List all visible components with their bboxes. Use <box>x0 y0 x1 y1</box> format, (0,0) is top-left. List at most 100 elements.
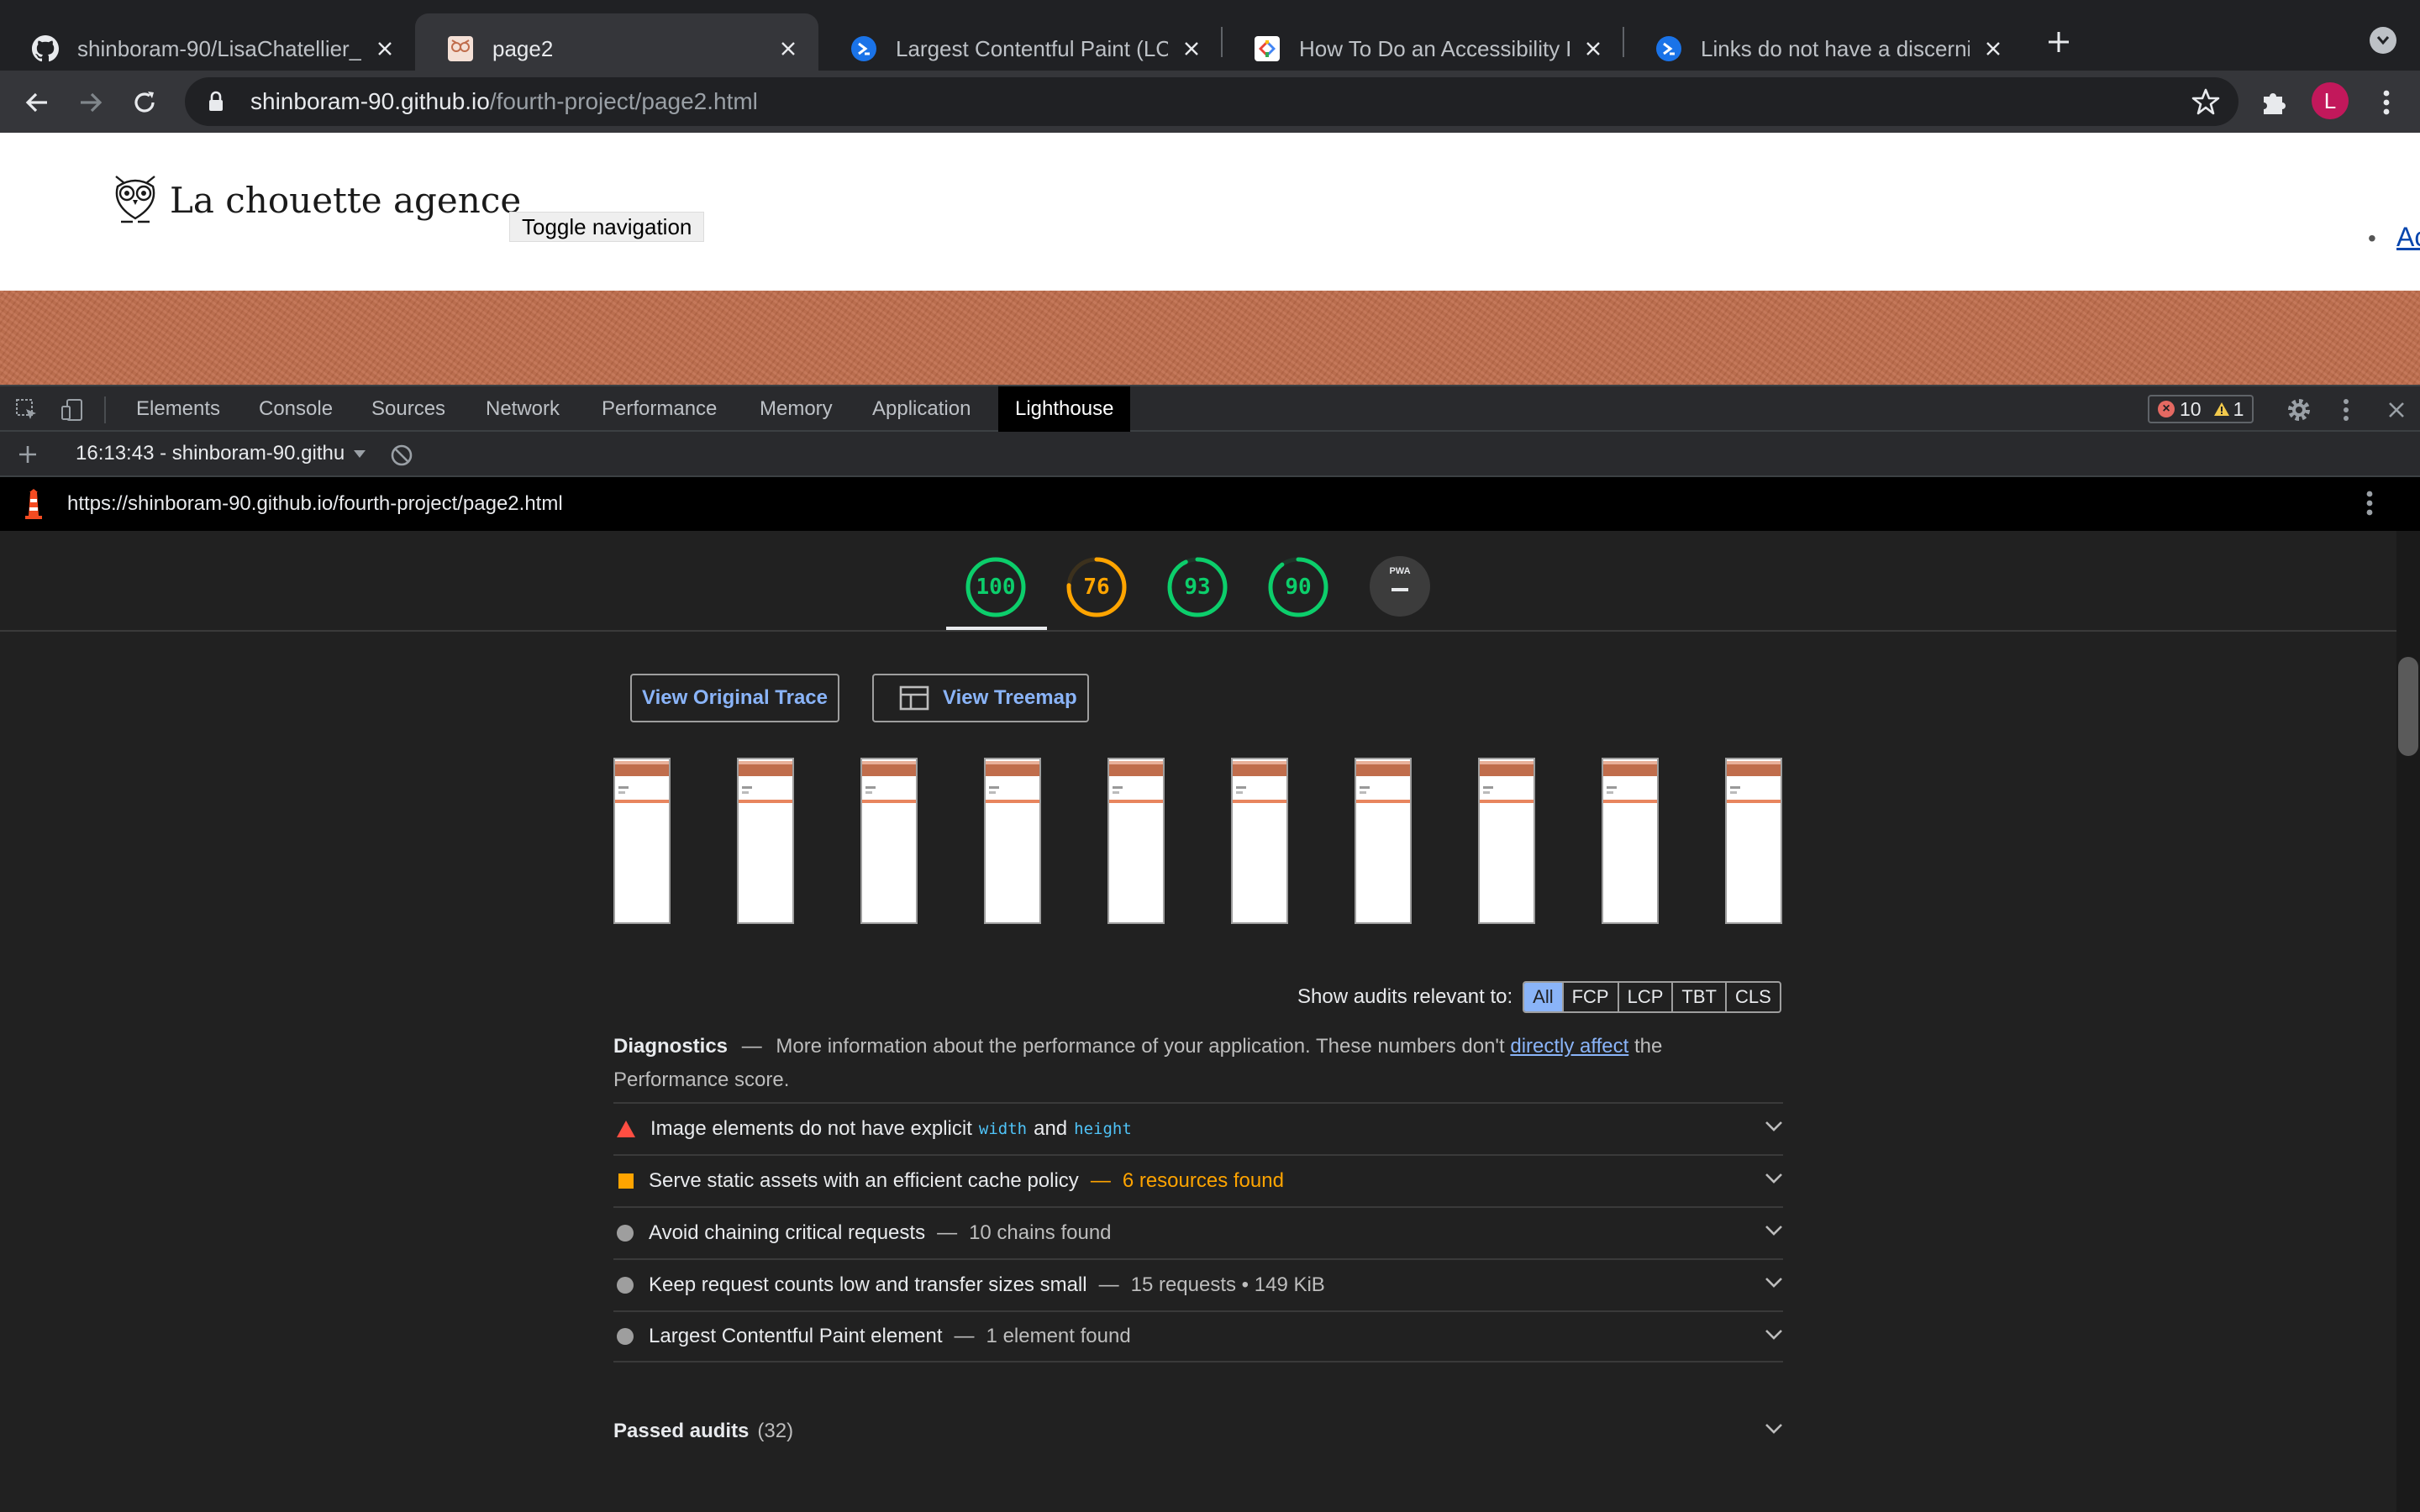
lock-icon[interactable] <box>203 89 229 114</box>
address-host: shinboram-90.github.io <box>250 88 490 114</box>
tab-sources[interactable]: Sources <box>355 386 462 432</box>
new-tab-button[interactable] <box>2042 25 2075 59</box>
diagnostics-text: More information about the performance o… <box>776 1035 1505 1058</box>
clear-reports-icon[interactable] <box>388 442 415 469</box>
site-logo[interactable]: La chouette agence <box>109 171 521 228</box>
close-tab-icon[interactable] <box>1981 37 2005 60</box>
chevron-down-icon <box>353 449 366 459</box>
chevron-down-icon[interactable] <box>1765 1173 1783 1184</box>
directly-affect-link[interactable]: directly affect <box>1510 1035 1628 1058</box>
passed-audits-group[interactable]: Passed audits (32) <box>613 1415 1783 1448</box>
chevron-down-icon[interactable] <box>1765 1225 1783 1236</box>
tab-title: shinboram-90/LisaChatellier_4 <box>77 35 361 61</box>
gauge-score: 100 <box>976 575 1016 600</box>
report-scrollbar-thumb[interactable] <box>2398 657 2418 756</box>
audit-row-critical-chains[interactable]: Avoid chaining critical requests — 10 ch… <box>613 1206 1783 1258</box>
tab-elements[interactable]: Elements <box>119 386 237 432</box>
hero-banner <box>0 291 2420 385</box>
close-tab-icon[interactable] <box>1581 37 1605 60</box>
treemap-label: View Treemap <box>943 686 1077 709</box>
audit-title: Largest Contentful Paint element <box>649 1325 943 1347</box>
audit-display-value: 15 requests • 149 KiB <box>1130 1273 1325 1296</box>
treemap-icon <box>899 685 943 711</box>
chevron-down-icon[interactable] <box>1765 1121 1783 1132</box>
devtools-tab-bar: Elements Console Sources Network Perform… <box>0 385 2420 432</box>
webdev-icon <box>1655 35 1682 62</box>
new-report-button[interactable] <box>13 440 42 469</box>
inspect-element-icon[interactable] <box>13 396 40 423</box>
nav-link[interactable]: Ac <box>2396 222 2420 253</box>
close-devtools-icon[interactable] <box>2383 396 2410 423</box>
seo-score-gauge[interactable]: 90 <box>1267 556 1329 618</box>
tab-memory[interactable]: Memory <box>743 386 850 432</box>
pwa-dash <box>1392 588 1408 591</box>
gauge-score: 93 <box>1184 575 1211 600</box>
chevron-down-icon[interactable] <box>1765 1277 1783 1289</box>
tab-title: Links do not have a discernible <box>1701 35 1970 61</box>
chevron-down-icon[interactable] <box>1765 1423 1783 1435</box>
toolbar-divider <box>104 396 106 423</box>
tab-console[interactable]: Console <box>242 386 350 432</box>
report-select[interactable]: 16:13:43 - shinboram-90.githu <box>76 442 366 465</box>
filter-cls[interactable]: CLS <box>1724 983 1780 1011</box>
pwa-label: PWA <box>1389 566 1411 576</box>
filmstrip-frame <box>984 758 1041 924</box>
extensions-puzzle-icon[interactable] <box>2255 84 2292 121</box>
device-toolbar-icon[interactable] <box>59 396 86 423</box>
audit-row-cache-policy[interactable]: Serve static assets with an efficient ca… <box>613 1154 1783 1206</box>
warning-count: 1 <box>2233 397 2244 420</box>
reload-button[interactable] <box>126 84 163 121</box>
audit-title: Avoid chaining critical requests <box>649 1221 926 1244</box>
close-tab-icon[interactable] <box>776 37 800 60</box>
audit-code: width <box>978 1120 1028 1138</box>
best-practices-score-gauge[interactable]: 93 <box>1166 556 1228 618</box>
filmstrip-frame <box>1231 758 1288 924</box>
filter-lcp[interactable]: LCP <box>1617 983 1672 1011</box>
settings-gear-icon[interactable] <box>2286 396 2312 423</box>
tab-performance[interactable]: Performance <box>585 386 734 432</box>
tab-network[interactable]: Network <box>469 386 576 432</box>
profile-avatar[interactable]: L <box>2312 82 2349 119</box>
filmstrip-frame <box>613 758 671 924</box>
lighthouse-report: 100 76 93 90 PWA View Original Trace Vie… <box>0 531 2420 1512</box>
close-tab-icon[interactable] <box>1180 37 1203 60</box>
audit-row-unsized-images[interactable]: Image elements do not have explicit widt… <box>613 1102 1783 1154</box>
bookmark-star-icon[interactable] <box>2191 87 2220 116</box>
filmstrip-frame <box>1107 758 1165 924</box>
filter-tbt[interactable]: TBT <box>1671 983 1725 1011</box>
chevron-down-icon[interactable] <box>1765 1329 1783 1341</box>
tab-title: page2 <box>492 35 554 61</box>
pwa-badge[interactable]: PWA <box>1370 556 1430 617</box>
average-square-icon <box>618 1173 634 1189</box>
fail-triangle-icon <box>617 1121 635 1137</box>
forward-button[interactable] <box>72 84 109 121</box>
tab-lighthouse[interactable]: Lighthouse <box>998 386 1131 432</box>
diagnostics-title: Diagnostics <box>613 1035 729 1058</box>
accessibility-score-gauge[interactable]: 76 <box>1065 556 1128 618</box>
performance-score-gauge[interactable]: 100 <box>965 556 1027 618</box>
page-viewport: La chouette agence Toggle navigation • A… <box>0 133 2420 385</box>
close-tab-icon[interactable] <box>373 37 397 60</box>
tab-search-button[interactable] <box>2370 27 2396 54</box>
chrome-menu-icon[interactable] <box>2368 84 2405 121</box>
audit-row-resource-summary[interactable]: Keep request counts low and transfer siz… <box>613 1258 1783 1310</box>
tab-application[interactable]: Application <box>855 386 987 432</box>
lighthouse-icon <box>22 489 45 519</box>
filmstrip-frame <box>737 758 794 924</box>
address-bar[interactable]: shinboram-90.github.io /fourth-project/p… <box>185 77 2238 126</box>
brand-name: La chouette agence <box>170 179 522 221</box>
issue-counter[interactable]: × 10 1 <box>2148 395 2254 423</box>
view-original-trace-button[interactable]: View Original Trace <box>630 674 839 722</box>
filter-fcp[interactable]: FCP <box>1561 983 1618 1011</box>
view-treemap-button[interactable]: View Treemap <box>872 674 1089 722</box>
devtools-more-icon[interactable] <box>2333 396 2360 423</box>
audit-title: Image elements do not have explicit <box>650 1117 972 1140</box>
filmstrip-frame <box>860 758 918 924</box>
toggle-navigation-button[interactable]: Toggle navigation <box>509 212 705 242</box>
owl-icon <box>447 35 474 62</box>
back-button[interactable] <box>18 84 55 121</box>
audit-title-and: and <box>1034 1117 1068 1140</box>
audit-row-lcp-element[interactable]: Largest Contentful Paint element — 1 ele… <box>613 1310 1783 1362</box>
report-menu-icon[interactable] <box>2366 489 2373 517</box>
filter-all[interactable]: All <box>1524 983 1562 1011</box>
